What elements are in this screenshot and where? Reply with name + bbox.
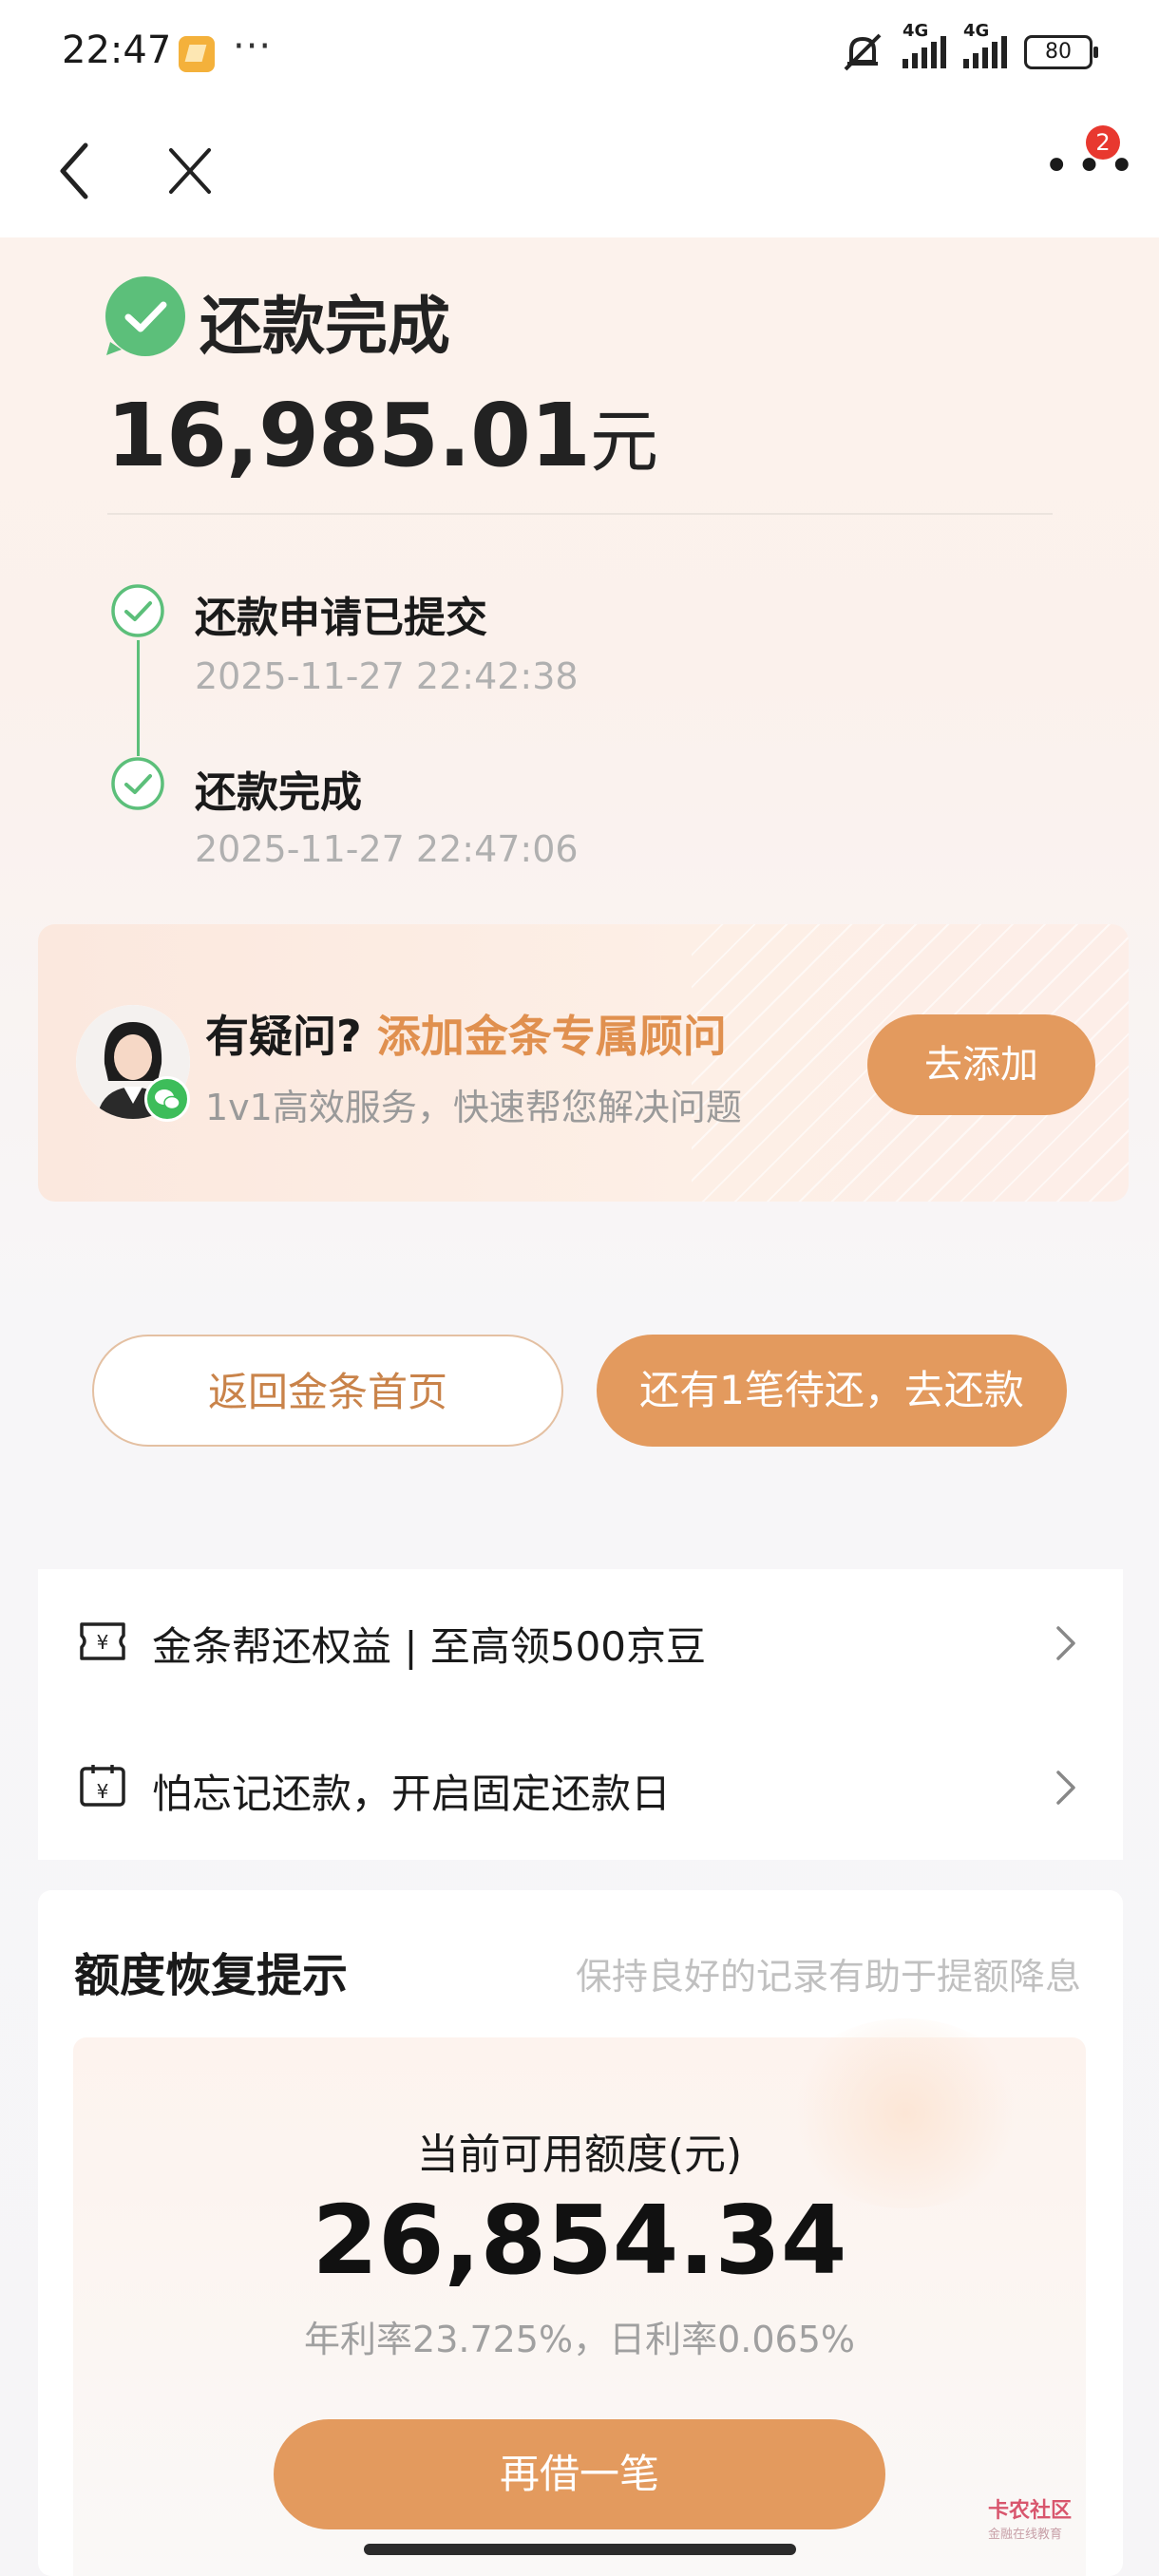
- notification-badge: 2: [1086, 125, 1120, 160]
- quota-amount: 26,854.34: [312, 2185, 847, 2296]
- quota-label: 当前可用额度(元): [416, 2131, 743, 2179]
- add-advisor-button[interactable]: 去添加: [867, 1014, 1095, 1115]
- home-indicator[interactable]: [364, 2544, 796, 2555]
- status-time: 22:47: [62, 28, 172, 72]
- ticket-icon: ¥: [80, 1622, 125, 1660]
- result-title: 还款完成: [200, 290, 450, 363]
- timeline-connector: [137, 640, 140, 756]
- svg-text:¥: ¥: [97, 1631, 109, 1654]
- status-indicators: 4G 4G 80: [840, 21, 1098, 76]
- battery-icon: 80: [1024, 35, 1098, 69]
- mute-bell-icon: [844, 33, 882, 71]
- timeline-check-icon: [111, 757, 164, 810]
- status-more-icon: ···: [233, 25, 273, 68]
- timeline-step-label: 还款完成: [195, 768, 362, 817]
- advisor-question: 有疑问? 添加金条专属顾问: [205, 1011, 727, 1062]
- borrow-again-button[interactable]: 再借一笔: [274, 2419, 885, 2529]
- back-arrow-icon[interactable]: [55, 138, 93, 204]
- quota-rate: 年利率23.725%，日利率0.065%: [304, 2319, 855, 2360]
- calendar-icon: ¥: [80, 1765, 125, 1807]
- return-home-button[interactable]: 返回金条首页: [92, 1335, 563, 1447]
- notification-app-icon: [179, 36, 215, 72]
- wechat-icon: [144, 1076, 190, 1122]
- timeline-step-time: 2025-11-27 22:47:06: [195, 828, 579, 870]
- list-item[interactable]: 金条帮还权益 | 至高领500京豆: [152, 1615, 706, 1673]
- chevron-right-icon: [1056, 1626, 1075, 1660]
- quota-hint: 保持良好的记录有助于提额降息: [575, 1956, 1081, 1998]
- timeline-check-icon: [111, 584, 164, 637]
- svg-text:¥: ¥: [97, 1780, 109, 1803]
- chevron-right-icon: [1056, 1771, 1075, 1805]
- divider: [107, 513, 1053, 515]
- timeline-step-label: 还款申请已提交: [195, 594, 487, 642]
- timeline-step-time: 2025-11-27 22:42:38: [195, 655, 579, 697]
- signal-icon: 4G: [963, 21, 1007, 68]
- repay-next-button[interactable]: 还有1笔待还，去还款: [597, 1335, 1067, 1447]
- list-item[interactable]: 怕忘记还款，开启固定还款日: [152, 1762, 671, 1820]
- signal-icon: 4G: [902, 21, 946, 68]
- advisor-highlight: 添加金条专属顾问: [376, 1011, 727, 1062]
- advisor-subtitle: 1v1高效服务，快速帮您解决问题: [205, 1087, 742, 1128]
- success-check-icon: [105, 276, 185, 356]
- close-icon[interactable]: [166, 142, 214, 199]
- quota-title: 额度恢复提示: [74, 1949, 349, 2002]
- watermark-logo: 卡农社区 金融在线教育: [988, 2499, 1073, 2542]
- repaid-amount: 16,985.01元: [106, 385, 658, 486]
